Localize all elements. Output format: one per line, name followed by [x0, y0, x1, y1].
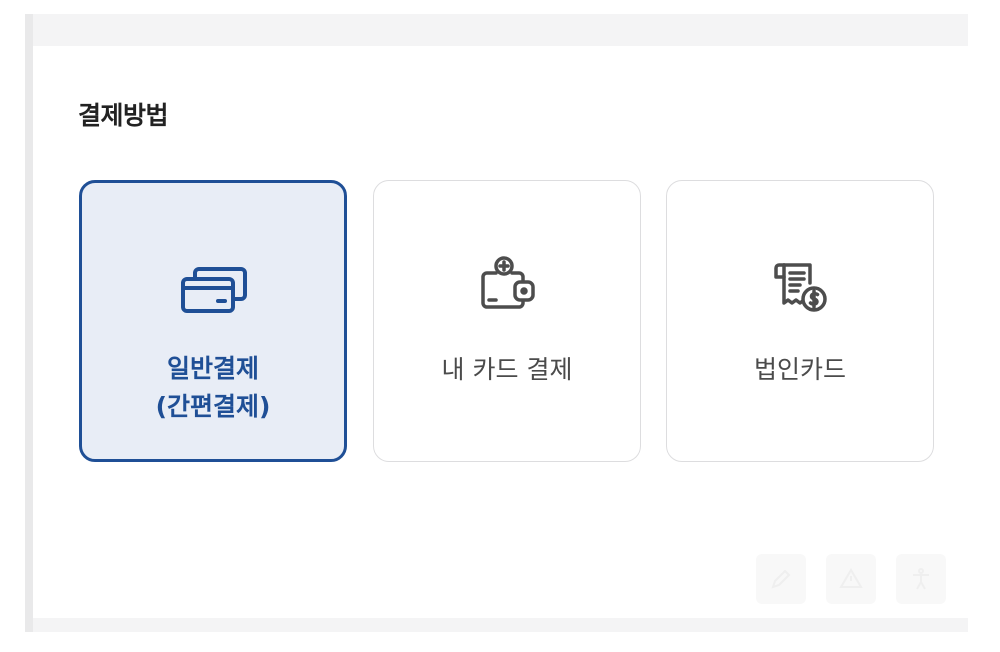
payment-option-general[interactable]: 일반결제 (간편결제) — [79, 180, 347, 462]
label-line-1: 내 카드 결제 — [441, 355, 573, 384]
credit-card-icon — [173, 251, 253, 331]
left-divider — [25, 14, 33, 632]
payment-option-my-card[interactable]: 내 카드 결제 — [373, 180, 641, 462]
label-line-1: 일반결제 — [166, 354, 259, 383]
label-line-2: (간편결제) — [155, 392, 271, 421]
payment-option-label: 법인카드 — [667, 351, 933, 389]
accessibility-icon[interactable] — [896, 554, 946, 604]
payment-option-corporate[interactable]: 법인카드 — [666, 180, 934, 462]
edit-icon[interactable] — [756, 554, 806, 604]
top-band — [33, 14, 968, 46]
section-title: 결제방법 — [78, 101, 169, 130]
warning-icon[interactable] — [826, 554, 876, 604]
payment-option-label: 일반결제 (간편결제) — [82, 350, 344, 426]
payment-option-label: 내 카드 결제 — [374, 351, 640, 389]
label-line-1: 법인카드 — [753, 355, 846, 384]
wallet-plus-icon — [467, 249, 547, 329]
payment-method-panel: 결제방법 일반결제 (간편결제) 내 카드 결제 법인카드 — [33, 46, 968, 618]
bottom-band — [33, 618, 968, 632]
floating-toolbar — [756, 554, 946, 604]
payment-page: 결제방법 일반결제 (간편결제) 내 카드 결제 법인카드 — [0, 0, 1000, 652]
receipt-dollar-icon — [760, 249, 840, 329]
